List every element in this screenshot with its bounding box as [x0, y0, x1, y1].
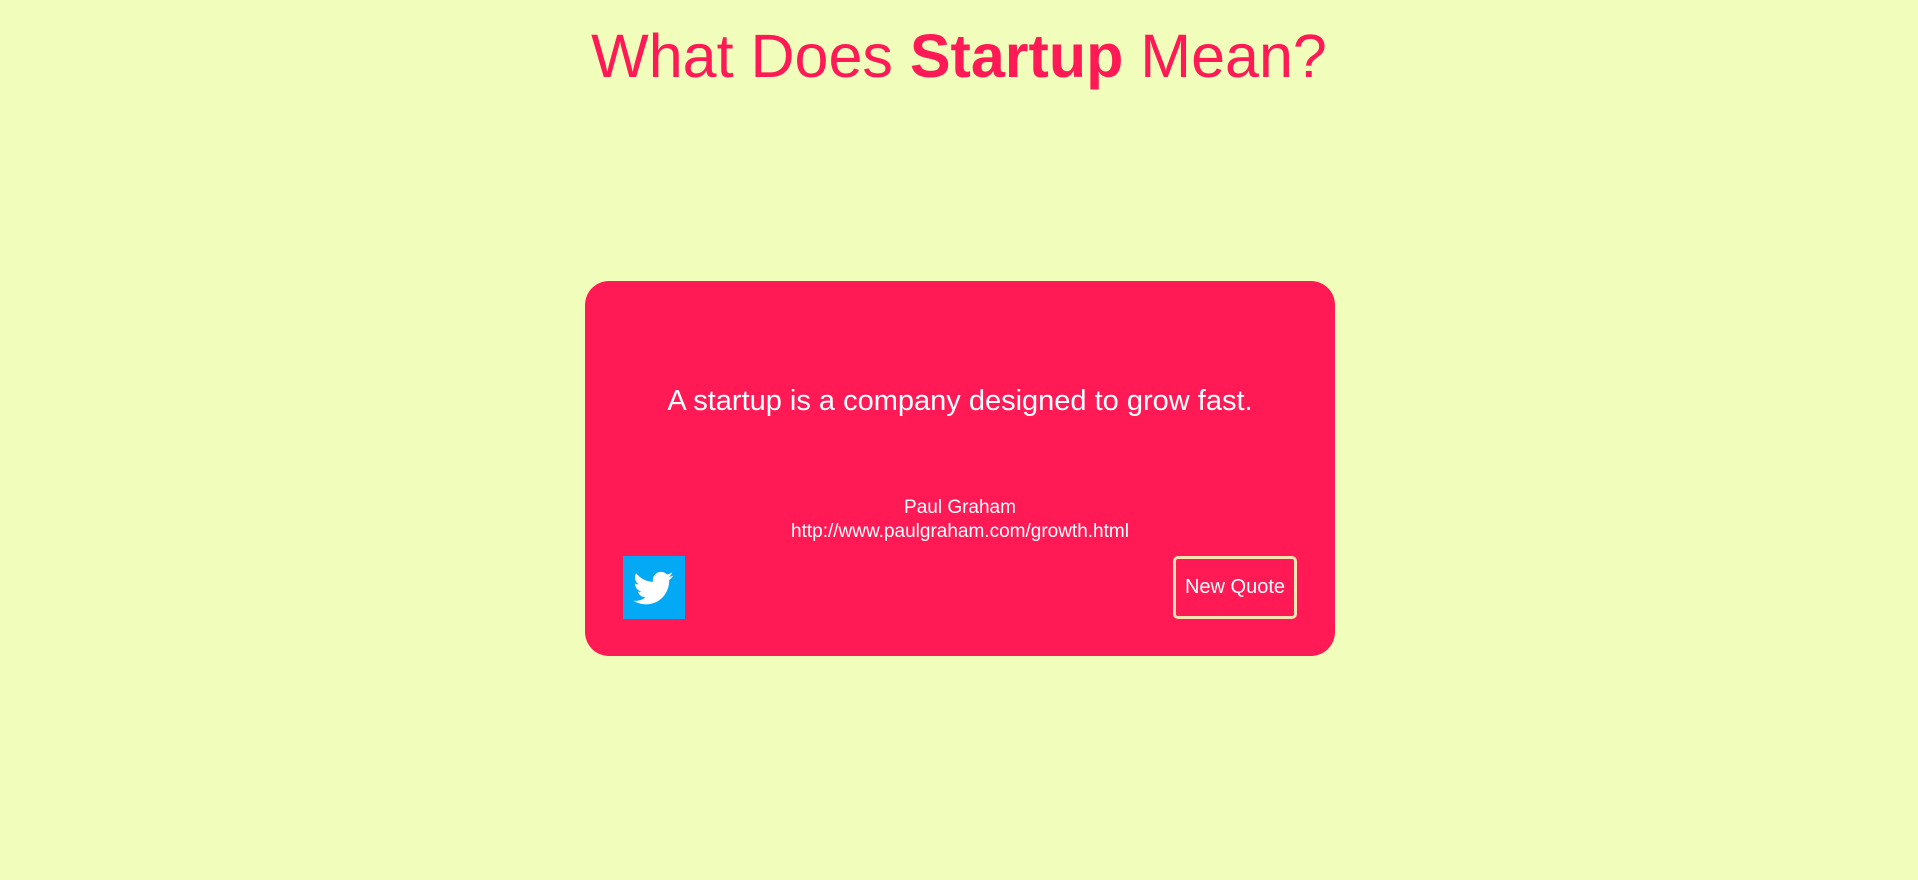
tweet-button[interactable]	[623, 556, 685, 619]
title-part-1: What Does	[591, 22, 910, 90]
title-part-2: Mean?	[1123, 22, 1327, 90]
quote-author: Paul Graham	[904, 497, 1016, 518]
page-title: What Does Startup Mean?	[0, 16, 1918, 96]
title-strong-word: Startup	[909, 22, 1124, 90]
quote-source: http://www.paulgraham.com/growth.html	[791, 521, 1129, 542]
quote-text: A startup is a company designed to grow …	[667, 385, 1253, 417]
twitter-bird-icon	[633, 571, 674, 604]
quote-card: A startup is a company designed to grow …	[585, 281, 1335, 656]
new-quote-button[interactable]: New Quote	[1173, 556, 1297, 619]
